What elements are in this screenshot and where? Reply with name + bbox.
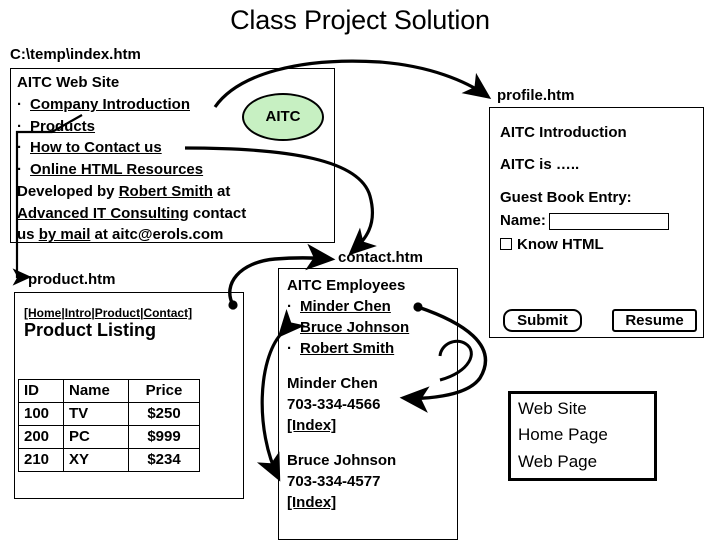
- employee-entry-index-link[interactable]: [Index]: [287, 492, 462, 513]
- bullet-icon: ·: [17, 117, 22, 135]
- employee-entry-phone: 703-334-4577: [287, 473, 381, 490]
- table-cell-id: 200: [18, 425, 64, 449]
- index-link-item-2[interactable]: · How to Contact us: [17, 137, 347, 159]
- contact-link-item-2[interactable]: · Robert Smith: [287, 338, 462, 359]
- profile-page-content: AITC Introduction AITC is ….. Guest Book…: [500, 122, 705, 255]
- contact-link-item-0[interactable]: · Minder Chen: [287, 296, 462, 317]
- index-file-label: C:\temp\index.htm: [10, 46, 141, 63]
- employee-link-label[interactable]: Minder Chen: [300, 298, 391, 315]
- table-header-cell: ID: [18, 379, 64, 403]
- employee-link-label[interactable]: Bruce Johnson: [300, 319, 409, 336]
- employee-entry-name: Bruce Johnson: [287, 452, 397, 469]
- legend-content: Web Site Home Page Web Page: [518, 396, 608, 475]
- contact-link-item-1[interactable]: · Bruce Johnson: [287, 317, 462, 338]
- index-credit-line-3: us by mail at aitc@erols.com: [17, 224, 347, 246]
- credit-suffix: at aitc@erols.com: [90, 226, 224, 244]
- table-cell-price: $234: [128, 448, 200, 472]
- table-row: 210 XY $234: [18, 448, 200, 472]
- table-row: 100 TV $250: [18, 402, 200, 426]
- index-link-label[interactable]: Company Introduction: [30, 96, 190, 113]
- know-html-label: Know HTML: [517, 235, 604, 253]
- table-cell-id: 100: [18, 402, 64, 426]
- know-html-checkbox-row[interactable]: Know HTML: [500, 234, 705, 255]
- table-header-cell: Name: [63, 379, 129, 403]
- slide-canvas: Class Project Solution C:\temp\index.htm: [0, 0, 720, 540]
- by-mail-link[interactable]: by mail: [39, 226, 91, 243]
- credit-prefix: us: [17, 226, 39, 244]
- employee-entry-phone: 703-334-4566: [287, 396, 381, 413]
- robert-smith-link[interactable]: Robert Smith: [119, 183, 213, 200]
- bullet-icon: ·: [17, 161, 22, 178]
- contact-heading: AITC Employees: [287, 277, 406, 294]
- credit-suffix: contact: [188, 204, 247, 222]
- legend-line-0: Web Site: [518, 399, 587, 418]
- name-field-row: Name:: [500, 210, 705, 231]
- page-title: Class Project Solution: [230, 5, 490, 35]
- bullet-icon: ·: [287, 319, 292, 336]
- profile-heading: AITC Introduction: [500, 124, 627, 141]
- nav-link-intro[interactable]: Intro: [65, 306, 92, 320]
- index-link-label[interactable]: Products: [30, 118, 95, 135]
- bullet-icon: ·: [17, 95, 22, 113]
- bullet-icon: ·: [287, 298, 292, 315]
- bullet-icon: ·: [17, 139, 22, 157]
- index-credit-line-2: Advanced IT Consulting contact: [17, 203, 347, 225]
- contact-file-label: contact.htm: [338, 249, 424, 266]
- index-link-item-3[interactable]: · Online HTML Resources: [17, 159, 347, 181]
- table-cell-name: TV: [63, 402, 129, 426]
- credit-suffix: at: [212, 182, 231, 200]
- nav-link-product[interactable]: Product: [95, 306, 140, 320]
- table-cell-name: PC: [63, 425, 129, 449]
- contact-page-content: AITC Employees · Minder Chen · Bruce Johns…: [287, 275, 462, 513]
- submit-button[interactable]: Submit: [503, 309, 582, 332]
- table-header-row: ID Name Price: [18, 379, 200, 403]
- profile-file-label: profile.htm: [497, 87, 575, 104]
- aitc-logo-ellipse: AITC: [242, 93, 324, 141]
- table-cell-price: $250: [128, 402, 200, 426]
- credit-prefix: Developed by: [17, 182, 119, 200]
- table-cell-id: 210: [18, 448, 64, 472]
- product-listing-heading: Product Listing: [24, 320, 156, 340]
- table-row: 200 PC $999: [18, 425, 200, 449]
- guestbook-heading: Guest Book Entry:: [500, 188, 632, 206]
- table-cell-price: $999: [128, 425, 200, 449]
- product-file-label: product.htm: [28, 271, 116, 288]
- index-link-label[interactable]: Online HTML Resources: [30, 161, 203, 178]
- name-input[interactable]: [548, 212, 669, 230]
- name-label: Name:: [500, 212, 546, 230]
- index-link-label[interactable]: How to Contact us: [30, 139, 162, 156]
- profile-body-text: AITC is …..: [500, 156, 580, 174]
- table-cell-name: XY: [63, 448, 129, 472]
- checkbox-icon[interactable]: [500, 238, 512, 251]
- aitc-logo-label: AITC: [265, 108, 301, 125]
- legend-line-1: Home Page: [518, 425, 608, 445]
- resume-button[interactable]: Resume: [612, 309, 697, 332]
- employee-entry-index-link[interactable]: [Index]: [287, 415, 462, 436]
- index-heading: AITC Web Site: [17, 74, 120, 91]
- employee-entry-name: Minder Chen: [287, 375, 378, 392]
- nav-link-home[interactable]: [Home: [24, 306, 61, 320]
- product-nav-bar: [Home|Intro|Product|Contact]: [24, 306, 192, 320]
- product-table: ID Name Price 100 TV $250 200 PC $999 21…: [18, 379, 200, 472]
- employee-link-label[interactable]: Robert Smith: [300, 340, 394, 357]
- nav-link-contact[interactable]: Contact]: [143, 306, 192, 320]
- table-header-cell: Price: [128, 379, 200, 403]
- bullet-icon: ·: [287, 340, 292, 357]
- index-credit-line-1: Developed by Robert Smith at: [17, 181, 347, 203]
- legend-line-2: Web Page: [518, 451, 598, 471]
- advanced-it-consulting-link[interactable]: Advanced IT Consulting: [17, 205, 189, 222]
